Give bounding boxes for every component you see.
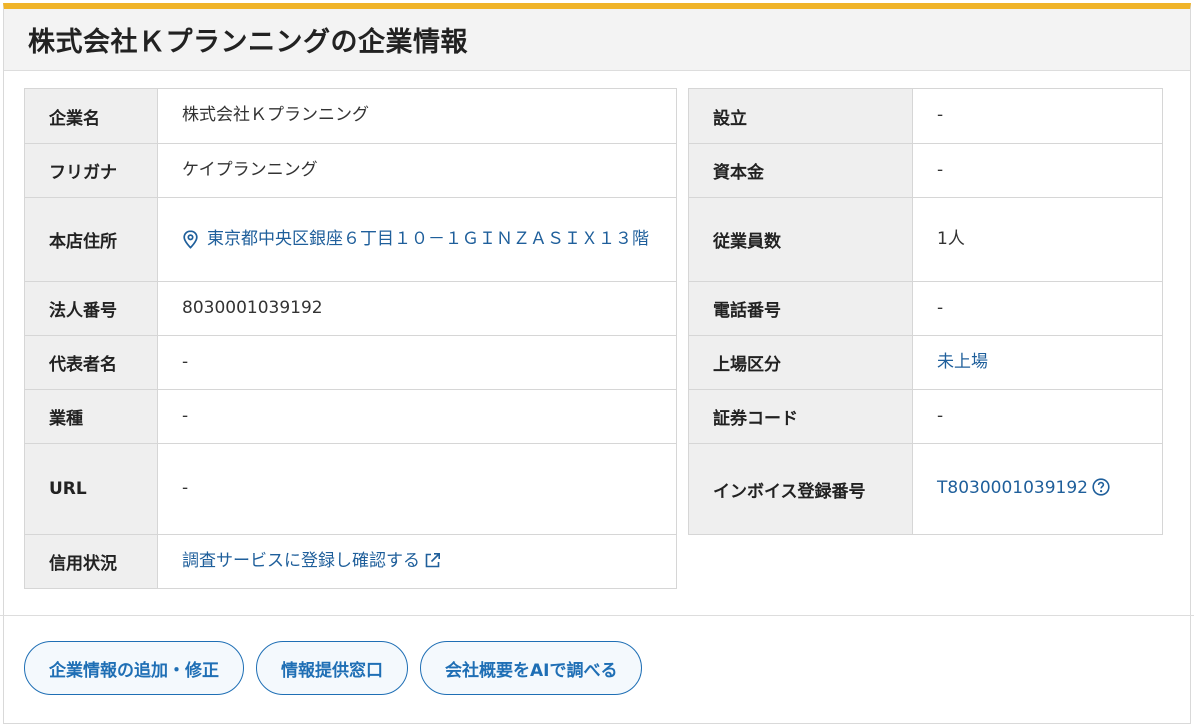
- footer-divider: [0, 615, 1194, 616]
- row-furigana: フリガナ ケイプランニング: [24, 143, 677, 198]
- row-address: 本店住所 東京都中央区銀座６丁目１０－１ＧＩＮＺＡＳＩＸ１３階: [24, 197, 677, 282]
- info-contact-button[interactable]: 情報提供窓口: [256, 641, 408, 695]
- row-label: 資本金: [688, 143, 913, 198]
- credit-check-label: 調査サービスに登録し確認する: [182, 550, 420, 571]
- row-label: 設立: [688, 88, 913, 144]
- industry-value: -: [157, 389, 677, 444]
- action-buttons: 企業情報の追加・修正 情報提供窓口 会社概要をAIで調べる: [24, 641, 643, 695]
- row-label: 代表者名: [24, 335, 158, 390]
- row-label: 業種: [24, 389, 158, 444]
- page-title: 株式会社Ｋプランニングの企業情報: [28, 27, 468, 58]
- established-value: -: [912, 88, 1163, 144]
- row-established: 設立 -: [688, 88, 1163, 144]
- map-pin-icon: [183, 230, 198, 249]
- listing-link[interactable]: 未上場: [937, 352, 988, 372]
- address-cell: 東京都中央区銀座６丁目１０－１ＧＩＮＺＡＳＩＸ１３階: [157, 197, 677, 282]
- right-info-table: 設立 - 資本金 - 従業員数 1人 電話番号 - 上場区分 未上場 証券コード…: [688, 88, 1163, 535]
- listing-cell: 未上場: [912, 335, 1163, 390]
- edit-company-info-button[interactable]: 企業情報の追加・修正: [24, 641, 244, 695]
- furigana-value: ケイプランニング: [157, 143, 677, 198]
- employees-value: 1人: [912, 197, 1163, 282]
- row-employees: 従業員数 1人: [688, 197, 1163, 282]
- row-securities-code: 証券コード -: [688, 389, 1163, 444]
- credit-check-link[interactable]: 調査サービスに登録し確認する: [182, 551, 441, 571]
- capital-value: -: [912, 143, 1163, 198]
- question-circle-icon[interactable]: [1092, 478, 1110, 496]
- company-name-value: 株式会社Ｋプランニング: [157, 88, 677, 144]
- credit-status-cell: 調査サービスに登録し確認する: [157, 534, 677, 589]
- url-value: -: [157, 443, 677, 535]
- row-label: 信用状況: [24, 534, 158, 589]
- row-label: 法人番号: [24, 281, 158, 336]
- card-header: 株式会社Ｋプランニングの企業情報: [4, 9, 1190, 71]
- row-label: 本店住所: [24, 197, 158, 282]
- ai-company-overview-button[interactable]: 会社概要をAIで調べる: [420, 641, 643, 695]
- row-url: URL -: [24, 443, 677, 535]
- row-corporate-number: 法人番号 8030001039192: [24, 281, 677, 336]
- invoice-cell: T8030001039192: [912, 443, 1163, 535]
- invoice-number-link[interactable]: T8030001039192: [937, 478, 1088, 498]
- row-label: 証券コード: [688, 389, 913, 444]
- row-representative: 代表者名 -: [24, 335, 677, 390]
- row-industry: 業種 -: [24, 389, 677, 444]
- corporate-number-value: 8030001039192: [157, 281, 677, 336]
- row-label: フリガナ: [24, 143, 158, 198]
- row-credit-status: 信用状況 調査サービスに登録し確認する: [24, 534, 677, 589]
- external-link-icon: [425, 552, 440, 568]
- row-label: インボイス登録番号: [688, 443, 913, 535]
- row-label: 電話番号: [688, 281, 913, 336]
- left-info-table: 企業名 株式会社Ｋプランニング フリガナ ケイプランニング 本店住所 東京都中央…: [24, 88, 677, 589]
- row-phone: 電話番号 -: [688, 281, 1163, 336]
- phone-value: -: [912, 281, 1163, 336]
- row-label: URL: [24, 443, 158, 535]
- securities-code-value: -: [912, 389, 1163, 444]
- row-invoice-number: インボイス登録番号 T8030001039192: [688, 443, 1163, 535]
- representative-value: -: [157, 335, 677, 390]
- row-capital: 資本金 -: [688, 143, 1163, 198]
- row-label: 上場区分: [688, 335, 913, 390]
- row-company-name: 企業名 株式会社Ｋプランニング: [24, 88, 677, 144]
- row-label: 従業員数: [688, 197, 913, 282]
- row-listing: 上場区分 未上場: [688, 335, 1163, 390]
- address-link[interactable]: 東京都中央区銀座６丁目１０－１ＧＩＮＺＡＳＩＸ１３階: [207, 227, 649, 253]
- row-label: 企業名: [24, 88, 158, 144]
